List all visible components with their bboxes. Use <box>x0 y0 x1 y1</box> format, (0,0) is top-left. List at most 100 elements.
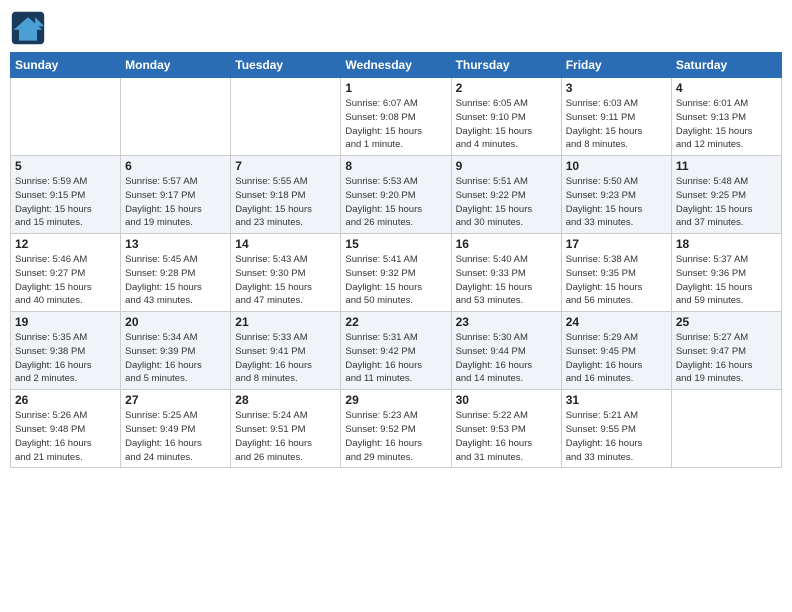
day-info: Sunrise: 5:30 AM Sunset: 9:44 PM Dayligh… <box>456 331 557 386</box>
calendar-cell: 16 Sunrise: 5:40 AM Sunset: 9:33 PM Dayli… <box>451 234 561 312</box>
day-info: Sunrise: 6:07 AM Sunset: 9:08 PM Dayligh… <box>345 97 446 152</box>
calendar-cell: 26 Sunrise: 5:26 AM Sunset: 9:48 PM Dayli… <box>11 390 121 468</box>
day-info: Sunrise: 5:26 AM Sunset: 9:48 PM Dayligh… <box>15 409 116 464</box>
day-info: Sunrise: 5:59 AM Sunset: 9:15 PM Dayligh… <box>15 175 116 230</box>
day-info: Sunrise: 5:21 AM Sunset: 9:55 PM Dayligh… <box>566 409 667 464</box>
day-info: Sunrise: 5:45 AM Sunset: 9:28 PM Dayligh… <box>125 253 226 308</box>
page-header <box>10 10 782 46</box>
day-number: 7 <box>235 159 336 173</box>
day-info: Sunrise: 6:01 AM Sunset: 9:13 PM Dayligh… <box>676 97 777 152</box>
day-info: Sunrise: 5:23 AM Sunset: 9:52 PM Dayligh… <box>345 409 446 464</box>
calendar-cell <box>121 78 231 156</box>
day-number: 4 <box>676 81 777 95</box>
calendar-header: SundayMondayTuesdayWednesdayThursdayFrid… <box>11 53 782 78</box>
calendar-cell: 20 Sunrise: 5:34 AM Sunset: 9:39 PM Dayli… <box>121 312 231 390</box>
day-header-saturday: Saturday <box>671 53 781 78</box>
day-number: 12 <box>15 237 116 251</box>
calendar-cell: 7Sunrise: 5:55 AM Sunset: 9:18 PM Daylig… <box>231 156 341 234</box>
day-info: Sunrise: 5:40 AM Sunset: 9:33 PM Dayligh… <box>456 253 557 308</box>
calendar-week-4: 19 Sunrise: 5:35 AM Sunset: 9:38 PM Dayli… <box>11 312 782 390</box>
calendar-cell: 22 Sunrise: 5:31 AM Sunset: 9:42 PM Dayli… <box>341 312 451 390</box>
day-number: 19 <box>15 315 116 329</box>
day-info: Sunrise: 5:38 AM Sunset: 9:35 PM Dayligh… <box>566 253 667 308</box>
day-number: 16 <box>456 237 557 251</box>
day-header-friday: Friday <box>561 53 671 78</box>
day-info: Sunrise: 5:37 AM Sunset: 9:36 PM Dayligh… <box>676 253 777 308</box>
day-info: Sunrise: 5:53 AM Sunset: 9:20 PM Dayligh… <box>345 175 446 230</box>
day-number: 15 <box>345 237 446 251</box>
calendar-cell: 3 Sunrise: 6:03 AM Sunset: 9:11 PM Daylig… <box>561 78 671 156</box>
day-number: 18 <box>676 237 777 251</box>
day-info: Sunrise: 5:46 AM Sunset: 9:27 PM Dayligh… <box>15 253 116 308</box>
calendar-cell: 31 Sunrise: 5:21 AM Sunset: 9:55 PM Dayli… <box>561 390 671 468</box>
day-info: Sunrise: 5:48 AM Sunset: 9:25 PM Dayligh… <box>676 175 777 230</box>
calendar-body: 1 Sunrise: 6:07 AM Sunset: 9:08 PM Daylig… <box>11 78 782 468</box>
day-info: Sunrise: 5:24 AM Sunset: 9:51 PM Dayligh… <box>235 409 336 464</box>
calendar-cell: 9Sunrise: 5:51 AM Sunset: 9:22 PM Daylig… <box>451 156 561 234</box>
calendar-week-1: 1 Sunrise: 6:07 AM Sunset: 9:08 PM Daylig… <box>11 78 782 156</box>
calendar-cell: 30 Sunrise: 5:22 AM Sunset: 9:53 PM Dayli… <box>451 390 561 468</box>
calendar-cell: 28Sunrise: 5:24 AM Sunset: 9:51 PM Dayli… <box>231 390 341 468</box>
day-number: 14 <box>235 237 336 251</box>
calendar-cell <box>671 390 781 468</box>
calendar-cell: 4 Sunrise: 6:01 AM Sunset: 9:13 PM Daylig… <box>671 78 781 156</box>
day-number: 29 <box>345 393 446 407</box>
calendar-cell: 21 Sunrise: 5:33 AM Sunset: 9:41 PM Dayli… <box>231 312 341 390</box>
day-number: 21 <box>235 315 336 329</box>
calendar-cell: 24 Sunrise: 5:29 AM Sunset: 9:45 PM Dayli… <box>561 312 671 390</box>
day-info: Sunrise: 5:35 AM Sunset: 9:38 PM Dayligh… <box>15 331 116 386</box>
day-info: Sunrise: 5:41 AM Sunset: 9:32 PM Dayligh… <box>345 253 446 308</box>
day-info: Sunrise: 5:33 AM Sunset: 9:41 PM Dayligh… <box>235 331 336 386</box>
day-info: Sunrise: 5:25 AM Sunset: 9:49 PM Dayligh… <box>125 409 226 464</box>
logo-icon <box>10 10 46 46</box>
calendar-cell: 15 Sunrise: 5:41 AM Sunset: 9:32 PM Dayli… <box>341 234 451 312</box>
day-number: 2 <box>456 81 557 95</box>
calendar-cell: 23 Sunrise: 5:30 AM Sunset: 9:44 PM Dayli… <box>451 312 561 390</box>
calendar-cell: 18 Sunrise: 5:37 AM Sunset: 9:36 PM Dayli… <box>671 234 781 312</box>
day-number: 1 <box>345 81 446 95</box>
day-number: 22 <box>345 315 446 329</box>
day-number: 31 <box>566 393 667 407</box>
day-info: Sunrise: 5:50 AM Sunset: 9:23 PM Dayligh… <box>566 175 667 230</box>
day-number: 10 <box>566 159 667 173</box>
calendar-cell: 11Sunrise: 5:48 AM Sunset: 9:25 PM Dayli… <box>671 156 781 234</box>
calendar-cell: 27 Sunrise: 5:25 AM Sunset: 9:49 PM Dayli… <box>121 390 231 468</box>
day-number: 27 <box>125 393 226 407</box>
day-number: 20 <box>125 315 226 329</box>
day-header-thursday: Thursday <box>451 53 561 78</box>
day-number: 24 <box>566 315 667 329</box>
day-info: Sunrise: 5:51 AM Sunset: 9:22 PM Dayligh… <box>456 175 557 230</box>
calendar-cell: 29 Sunrise: 5:23 AM Sunset: 9:52 PM Dayli… <box>341 390 451 468</box>
day-info: Sunrise: 6:05 AM Sunset: 9:10 PM Dayligh… <box>456 97 557 152</box>
calendar-cell: 17 Sunrise: 5:38 AM Sunset: 9:35 PM Dayli… <box>561 234 671 312</box>
day-number: 30 <box>456 393 557 407</box>
day-number: 23 <box>456 315 557 329</box>
calendar-cell: 1 Sunrise: 6:07 AM Sunset: 9:08 PM Daylig… <box>341 78 451 156</box>
day-info: Sunrise: 6:03 AM Sunset: 9:11 PM Dayligh… <box>566 97 667 152</box>
calendar-week-2: 5 Sunrise: 5:59 AM Sunset: 9:15 PM Daylig… <box>11 156 782 234</box>
day-info: Sunrise: 5:27 AM Sunset: 9:47 PM Dayligh… <box>676 331 777 386</box>
day-header-sunday: Sunday <box>11 53 121 78</box>
day-number: 6 <box>125 159 226 173</box>
calendar-cell: 13 Sunrise: 5:45 AM Sunset: 9:28 PM Dayli… <box>121 234 231 312</box>
calendar-week-3: 12 Sunrise: 5:46 AM Sunset: 9:27 PM Dayli… <box>11 234 782 312</box>
calendar-cell <box>11 78 121 156</box>
day-info: Sunrise: 5:34 AM Sunset: 9:39 PM Dayligh… <box>125 331 226 386</box>
logo <box>10 10 50 46</box>
day-number: 5 <box>15 159 116 173</box>
day-header-wednesday: Wednesday <box>341 53 451 78</box>
day-info: Sunrise: 5:57 AM Sunset: 9:17 PM Dayligh… <box>125 175 226 230</box>
day-number: 25 <box>676 315 777 329</box>
day-info: Sunrise: 5:22 AM Sunset: 9:53 PM Dayligh… <box>456 409 557 464</box>
calendar-cell: 19 Sunrise: 5:35 AM Sunset: 9:38 PM Dayli… <box>11 312 121 390</box>
day-number: 3 <box>566 81 667 95</box>
day-number: 8 <box>345 159 446 173</box>
day-number: 13 <box>125 237 226 251</box>
calendar-cell: 8 Sunrise: 5:53 AM Sunset: 9:20 PM Daylig… <box>341 156 451 234</box>
calendar-cell: 2 Sunrise: 6:05 AM Sunset: 9:10 PM Daylig… <box>451 78 561 156</box>
day-number: 26 <box>15 393 116 407</box>
day-number: 17 <box>566 237 667 251</box>
day-info: Sunrise: 5:29 AM Sunset: 9:45 PM Dayligh… <box>566 331 667 386</box>
calendar-cell: 12 Sunrise: 5:46 AM Sunset: 9:27 PM Dayli… <box>11 234 121 312</box>
day-info: Sunrise: 5:31 AM Sunset: 9:42 PM Dayligh… <box>345 331 446 386</box>
